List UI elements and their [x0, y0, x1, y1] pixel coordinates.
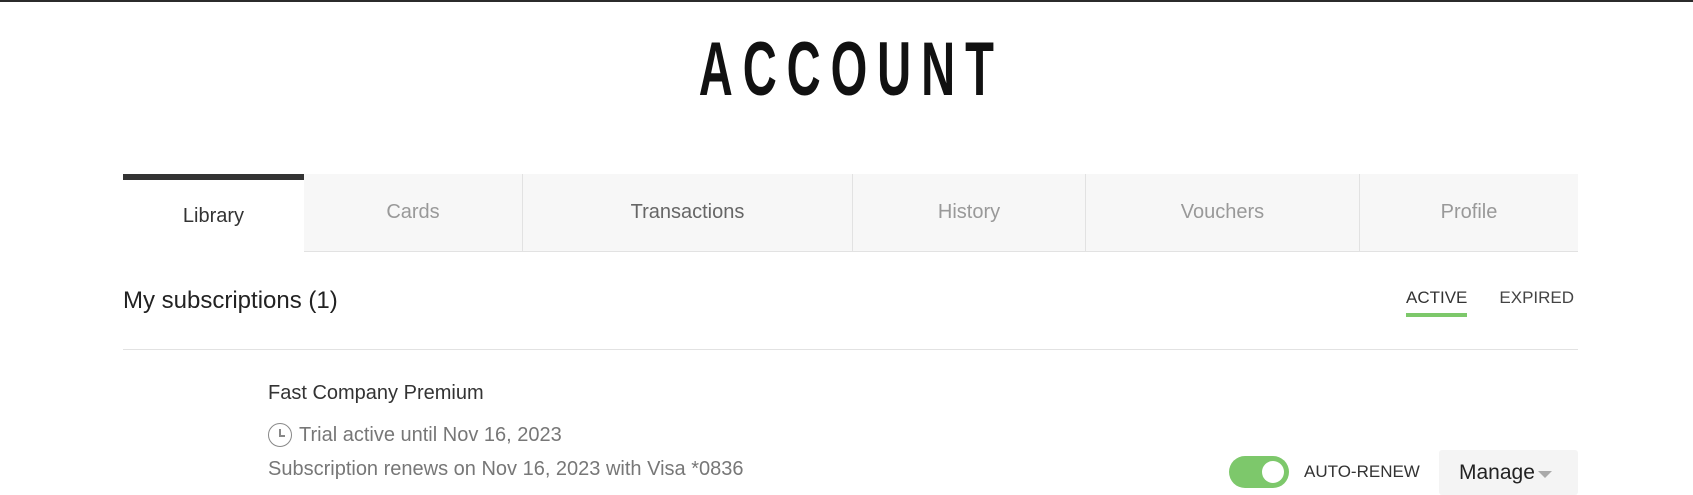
trial-status: Trial active until Nov 16, 2023 — [268, 423, 562, 447]
trial-text: Trial active until Nov 16, 2023 — [299, 423, 562, 446]
subscription-filters: ACTIVE EXPIRED — [1406, 288, 1574, 317]
page-title: ACCOUNT — [698, 27, 1004, 112]
auto-renew-toggle[interactable] — [1229, 456, 1289, 488]
account-tabs: Library Cards Transactions History Vouch… — [123, 174, 1578, 253]
clock-icon — [268, 423, 292, 447]
subscription-name: Fast Company Premium — [268, 382, 484, 404]
divider — [123, 349, 1578, 350]
tab-vouchers[interactable]: Vouchers — [1085, 174, 1359, 251]
tab-history[interactable]: History — [852, 174, 1085, 251]
manage-label: Manage — [1459, 460, 1535, 484]
manage-button[interactable]: Manage — [1439, 450, 1578, 495]
subscriptions-title: My subscriptions (1) — [123, 287, 338, 314]
tab-profile[interactable]: Profile — [1359, 174, 1578, 251]
toggle-knob — [1262, 461, 1284, 483]
filter-expired[interactable]: EXPIRED — [1499, 288, 1574, 317]
tab-library[interactable]: Library — [123, 174, 304, 253]
tab-transactions[interactable]: Transactions — [522, 174, 852, 251]
renewal-text: Subscription renews on Nov 16, 2023 with… — [268, 458, 744, 480]
tab-cards[interactable]: Cards — [304, 174, 522, 251]
filter-active[interactable]: ACTIVE — [1406, 288, 1468, 317]
chevron-down-icon — [1538, 471, 1552, 478]
auto-renew-label: AUTO-RENEW — [1304, 462, 1420, 481]
